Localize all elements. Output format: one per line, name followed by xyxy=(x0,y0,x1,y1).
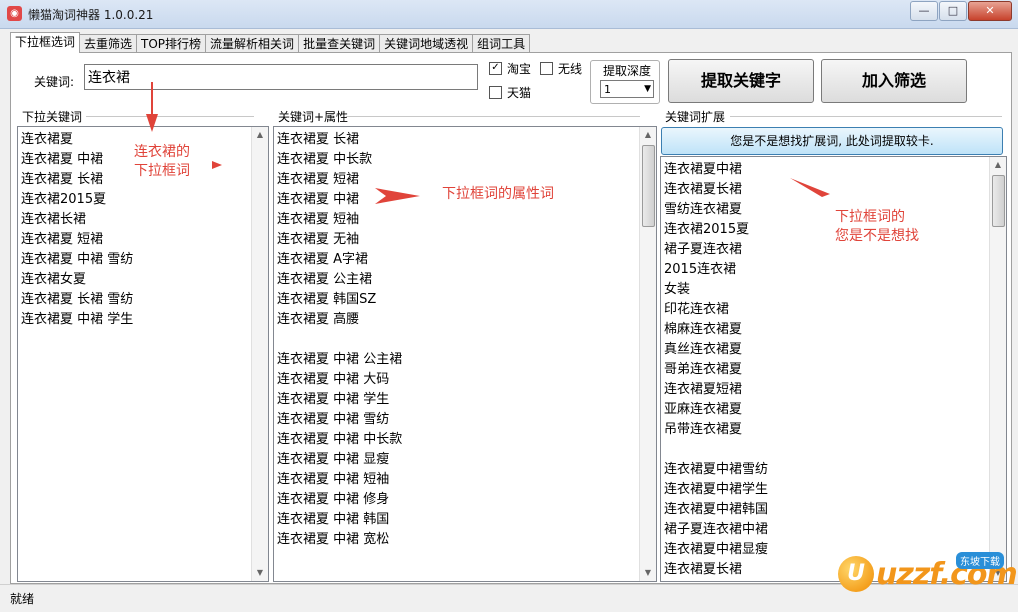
annotation-right-2: 您是不是想找 xyxy=(835,228,919,244)
small-arrow-head xyxy=(212,161,222,169)
right-arrow xyxy=(375,188,420,204)
watermark-logo: U uzzf.com 东坡下载 xyxy=(838,552,1018,592)
annotation-right-1: 下拉框词的 xyxy=(835,209,905,225)
tab-dropdown-words[interactable]: 下拉框选词 xyxy=(10,32,81,53)
arrow-down-head xyxy=(146,114,158,132)
watermark-ball-icon: U xyxy=(838,556,874,592)
annotation-left-2: 下拉框词 xyxy=(134,163,190,179)
annotation-left-1: 连衣裙的 xyxy=(134,144,190,160)
annotation-arrows xyxy=(146,82,830,204)
watermark-badge: 东坡下载 xyxy=(956,552,1004,569)
annotation-middle: 下拉框词的属性词 xyxy=(442,186,554,202)
right-arrow-2 xyxy=(790,178,830,197)
status-text: 就绪 xyxy=(10,592,35,606)
